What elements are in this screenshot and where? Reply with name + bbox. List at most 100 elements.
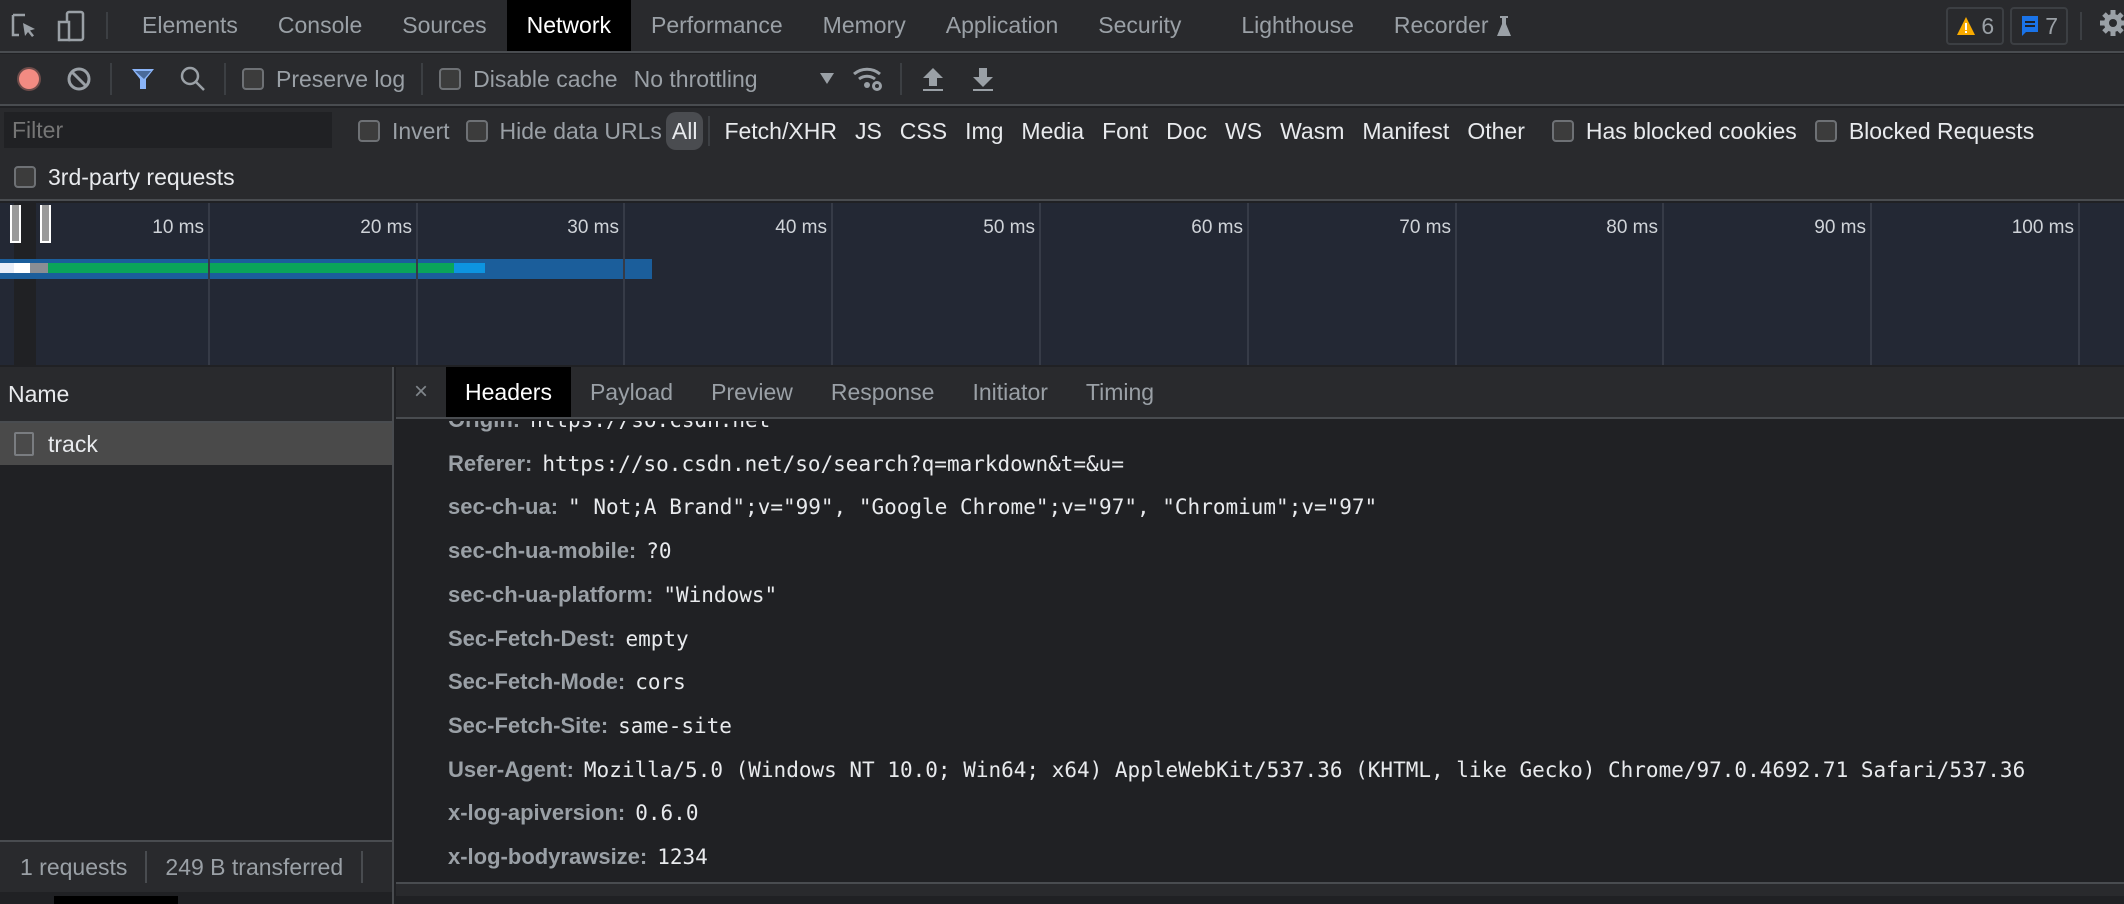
request-name: track: [48, 430, 98, 457]
device-toolbar-button[interactable]: [48, 0, 96, 51]
network-overview-timeline[interactable]: 10 ms 20 ms 30 ms 40 ms 50 ms 60 ms 70 ms 80 ms…: [0, 203, 2124, 365]
tab-headers[interactable]: Headers: [446, 367, 571, 417]
close-details-button[interactable]: ×: [396, 367, 446, 417]
type-filter-manifest[interactable]: Manifest: [1353, 112, 1458, 150]
tab-recorder[interactable]: Recorder: [1374, 0, 1531, 51]
checkbox-box[interactable]: [242, 68, 264, 90]
messages-badge[interactable]: 7: [2010, 7, 2068, 45]
timeline-tick-label: 70 ms: [1399, 217, 1451, 238]
filter-icon: [132, 69, 154, 89]
type-filter-font[interactable]: Font: [1093, 112, 1157, 150]
has-blocked-cookies-checkbox[interactable]: Has blocked cookies: [1551, 118, 1797, 145]
type-filter-img[interactable]: Img: [956, 112, 1012, 150]
third-party-checkbox[interactable]: 3rd-party requests: [14, 164, 235, 191]
divider: [361, 851, 364, 883]
export-har-button[interactable]: [958, 53, 1008, 105]
blocked-requests-checkbox[interactable]: Blocked Requests: [1814, 118, 2034, 145]
tab-sources[interactable]: Sources: [382, 0, 506, 51]
request-row[interactable]: track: [0, 423, 392, 465]
tab-console[interactable]: Console: [258, 0, 382, 51]
warnings-badge[interactable]: 6: [1946, 7, 2005, 45]
disable-cache-checkbox[interactable]: Disable cache: [439, 66, 618, 93]
header-name: sec-ch-ua-mobile:: [448, 538, 637, 564]
checkbox-box[interactable]: [465, 120, 488, 142]
tab-payload[interactable]: Payload: [571, 367, 692, 417]
tab-label: Security: [1098, 12, 1182, 38]
header-value: ?0: [646, 539, 672, 564]
checkbox-box[interactable]: [439, 68, 462, 90]
timeline-gridline: [1662, 203, 1664, 365]
type-filter-js[interactable]: JS: [846, 112, 891, 150]
checkbox-box[interactable]: [1551, 120, 1574, 142]
invert-checkbox[interactable]: Invert: [358, 118, 450, 145]
type-filter-fetch-xhr[interactable]: Fetch/XHR: [715, 112, 845, 150]
tab-elements[interactable]: Elements: [122, 0, 258, 51]
horizontal-scrollbar[interactable]: [54, 896, 178, 904]
type-filter-other[interactable]: Other: [1458, 112, 1534, 150]
tab-lighthouse[interactable]: Lighthouse: [1221, 0, 1374, 51]
tab-memory[interactable]: Memory: [803, 0, 926, 51]
overview-request-bar: [0, 259, 652, 279]
tab-application[interactable]: Application: [926, 0, 1079, 51]
tab-preview[interactable]: Preview: [692, 367, 812, 417]
search-button[interactable]: [168, 53, 218, 105]
content-download-segment: [454, 263, 485, 273]
header-row: Sec-Fetch-Dest: empty: [448, 626, 689, 652]
header-row: sec-ch-ua: " Not;A Brand";v="99", "Google…: [448, 494, 1377, 520]
tab-label: Sources: [402, 12, 487, 38]
header-name: User-Agent:: [448, 756, 574, 782]
header-row: Sec-Fetch-Mode: cors: [448, 669, 686, 695]
network-conditions-button[interactable]: [844, 53, 894, 105]
type-filter-media[interactable]: Media: [1012, 112, 1093, 150]
timeline-gridline: [208, 203, 210, 365]
name-column-header[interactable]: Name: [0, 367, 392, 423]
preserve-log-label: Preserve log: [276, 65, 406, 92]
type-filter-doc[interactable]: Doc: [1157, 112, 1216, 150]
throttling-value: No throttling: [633, 65, 758, 92]
queueing-segment: [0, 263, 14, 273]
type-filter-css[interactable]: CSS: [891, 112, 956, 150]
overview-right-handle[interactable]: [40, 205, 51, 243]
details-tab-bar: × Headers Payload Preview Response Initiator…: [396, 367, 2124, 419]
tab-timing[interactable]: Timing: [1067, 367, 1173, 417]
header-name: sec-ch-ua-platform:: [448, 581, 654, 607]
import-har-button[interactable]: [908, 53, 958, 105]
timeline-tick-label: 20 ms: [360, 217, 412, 238]
record-icon: [17, 67, 41, 91]
divider: [106, 12, 108, 39]
clear-button[interactable]: [54, 53, 104, 105]
checkbox-box[interactable]: [358, 120, 380, 142]
type-filter-ws[interactable]: WS: [1216, 112, 1271, 150]
header-value: cors: [635, 670, 686, 695]
device-toggle-icon: [57, 10, 85, 41]
settings-button[interactable]: [2094, 8, 2124, 44]
hide-data-urls-checkbox[interactable]: Hide data URLs: [465, 118, 662, 145]
filter-bar: Invert Hide data URLs All Fetch/XHRJSCSSI…: [0, 108, 2124, 201]
timeline-tick-label: 30 ms: [567, 217, 619, 238]
filter-toggle-button[interactable]: [118, 53, 168, 105]
tab-response[interactable]: Response: [812, 367, 954, 417]
tab-security[interactable]: Security: [1078, 0, 1201, 51]
record-button[interactable]: [4, 53, 54, 105]
checkbox-box[interactable]: [14, 166, 36, 188]
header-value: https://so.csdn.net/so/search?q=markdown…: [542, 451, 1124, 476]
network-toolbar: Preserve log Disable cache No throttling: [0, 54, 2124, 106]
tab-initiator[interactable]: Initiator: [953, 367, 1066, 417]
type-filter-wasm[interactable]: Wasm: [1271, 112, 1353, 150]
header-value: https://so.csdn.net: [530, 421, 770, 432]
filter-input[interactable]: [4, 112, 332, 148]
inspect-element-button[interactable]: [0, 0, 48, 51]
tab-performance[interactable]: Performance: [631, 0, 803, 51]
header-name: Sec-Fetch-Dest:: [448, 625, 616, 651]
checkbox-box[interactable]: [1814, 120, 1837, 142]
messages-count: 7: [2045, 12, 2058, 39]
timeline-gridline: [623, 203, 625, 365]
throttling-select[interactable]: No throttling: [634, 66, 844, 93]
divider: [145, 851, 148, 883]
preserve-log-checkbox[interactable]: Preserve log: [242, 66, 405, 93]
tab-network[interactable]: Network: [506, 0, 631, 51]
search-icon: [180, 66, 205, 91]
overview-left-handle[interactable]: [10, 205, 21, 243]
type-filter-all[interactable]: All: [665, 112, 704, 150]
header-name: Referer:: [448, 450, 533, 476]
